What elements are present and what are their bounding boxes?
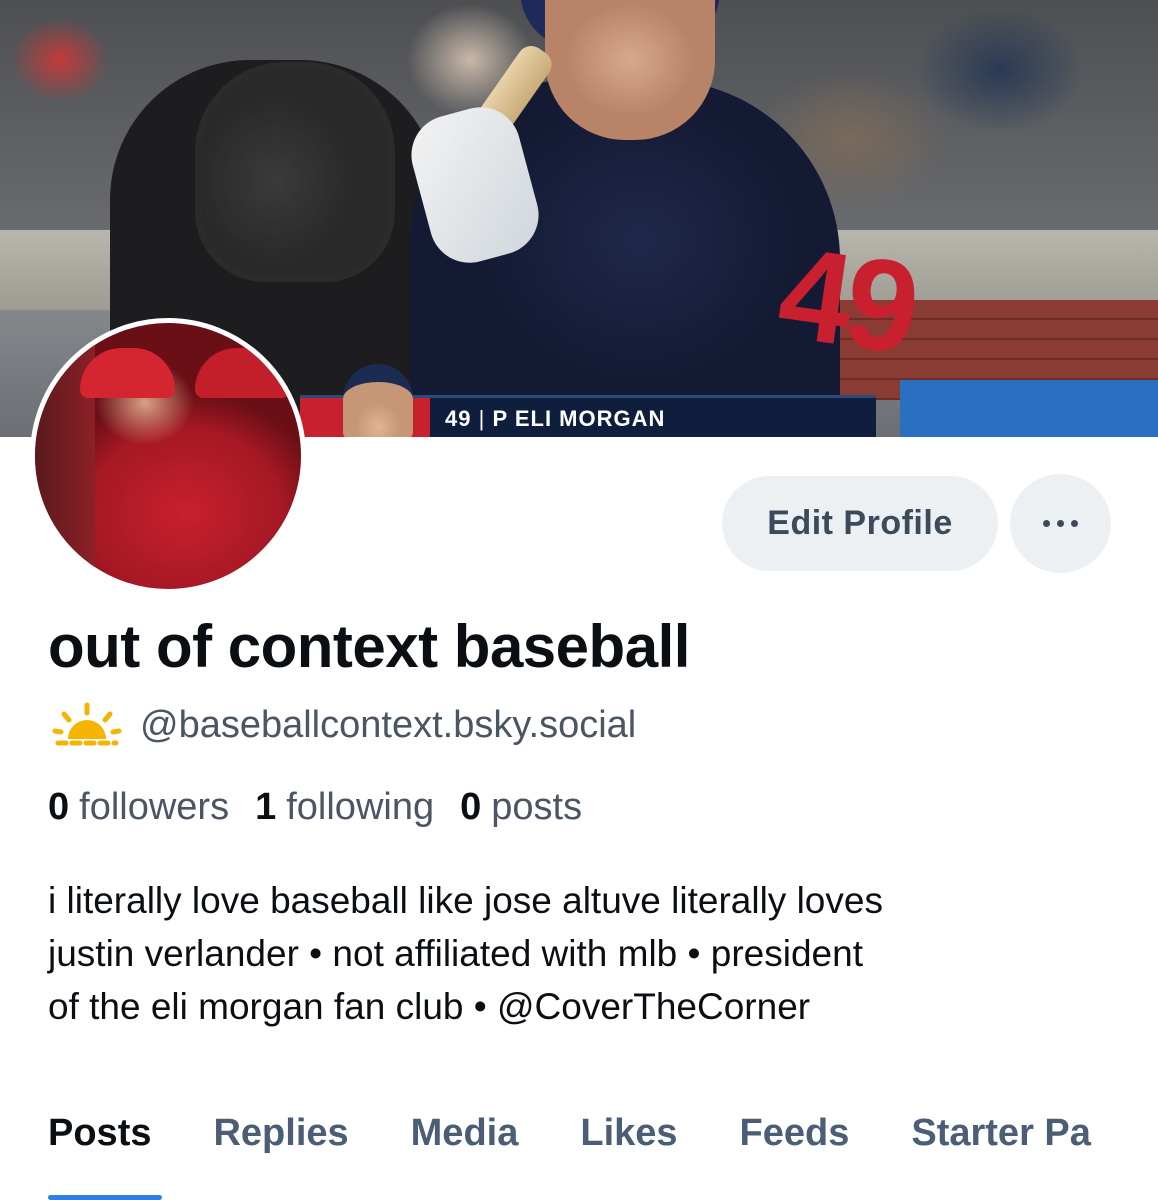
following-count: 1: [255, 786, 277, 828]
lower-third-caption: 49 | P ELI MORGAN: [445, 406, 665, 432]
tab-likes-label: Likes: [580, 1112, 678, 1154]
sun-icon: [52, 701, 122, 749]
tab-likes[interactable]: Likes: [580, 1112, 677, 1200]
following-stat[interactable]: 1 following: [255, 786, 434, 829]
active-tab-indicator: [48, 1195, 162, 1200]
display-name: out of context baseball: [48, 613, 690, 680]
tab-starter-packs-label: Starter Pa: [911, 1112, 1091, 1154]
banner-umpire-mask: [195, 62, 395, 282]
caption-name: ELI MORGAN: [514, 406, 666, 431]
more-options-button[interactable]: [1010, 474, 1111, 573]
handle[interactable]: @baseballcontext.bsky.social: [140, 704, 636, 747]
handle-row: @baseballcontext.bsky.social: [52, 700, 636, 750]
bio-line-1: i literally love baseball like jose altu…: [48, 880, 883, 921]
following-label: following: [286, 786, 435, 828]
tab-replies[interactable]: Replies: [213, 1112, 348, 1200]
tab-replies-label: Replies: [213, 1112, 349, 1154]
caption-number: 49: [445, 406, 472, 431]
followers-count: 0: [48, 786, 70, 828]
followers-label: followers: [79, 786, 230, 828]
ellipsis-icon: [1043, 520, 1078, 527]
banner-padding: [900, 380, 1158, 437]
profile-bio: i literally love baseball like jose altu…: [48, 874, 1108, 1033]
tab-media-label: Media: [410, 1112, 519, 1154]
caption-divider: |: [471, 406, 493, 431]
tab-starter-packs[interactable]: Starter Pa: [911, 1112, 1091, 1200]
tab-posts-label: Posts: [48, 1112, 152, 1154]
tab-posts[interactable]: Posts: [48, 1112, 162, 1200]
bio-line-3: of the eli morgan fan club • @CoverTheCo…: [48, 986, 811, 1027]
profile-tabs: Posts Replies Media Likes Feeds Starter …: [48, 1112, 1153, 1200]
lower-third-headshot: [343, 364, 413, 437]
posts-label: posts: [491, 786, 583, 828]
posts-count: 0: [460, 786, 482, 828]
tab-feeds-label: Feeds: [739, 1112, 850, 1154]
posts-stat: 0 posts: [460, 786, 582, 829]
avatar-dugout: [35, 323, 95, 589]
caption-position: P: [492, 406, 508, 431]
bio-line-2: justin verlander • not affiliated with m…: [48, 933, 863, 974]
profile-stats: 0 followers 1 following 0 posts: [48, 786, 608, 829]
tab-feeds[interactable]: Feeds: [740, 1112, 850, 1200]
banner-lower-third: 49 | P ELI MORGAN: [300, 364, 876, 437]
followers-stat[interactable]: 0 followers: [48, 786, 229, 829]
avatar[interactable]: [30, 318, 306, 594]
edit-profile-button[interactable]: Edit Profile: [722, 476, 998, 571]
banner-jersey-number: 49: [770, 218, 923, 382]
tab-media[interactable]: Media: [411, 1112, 519, 1200]
